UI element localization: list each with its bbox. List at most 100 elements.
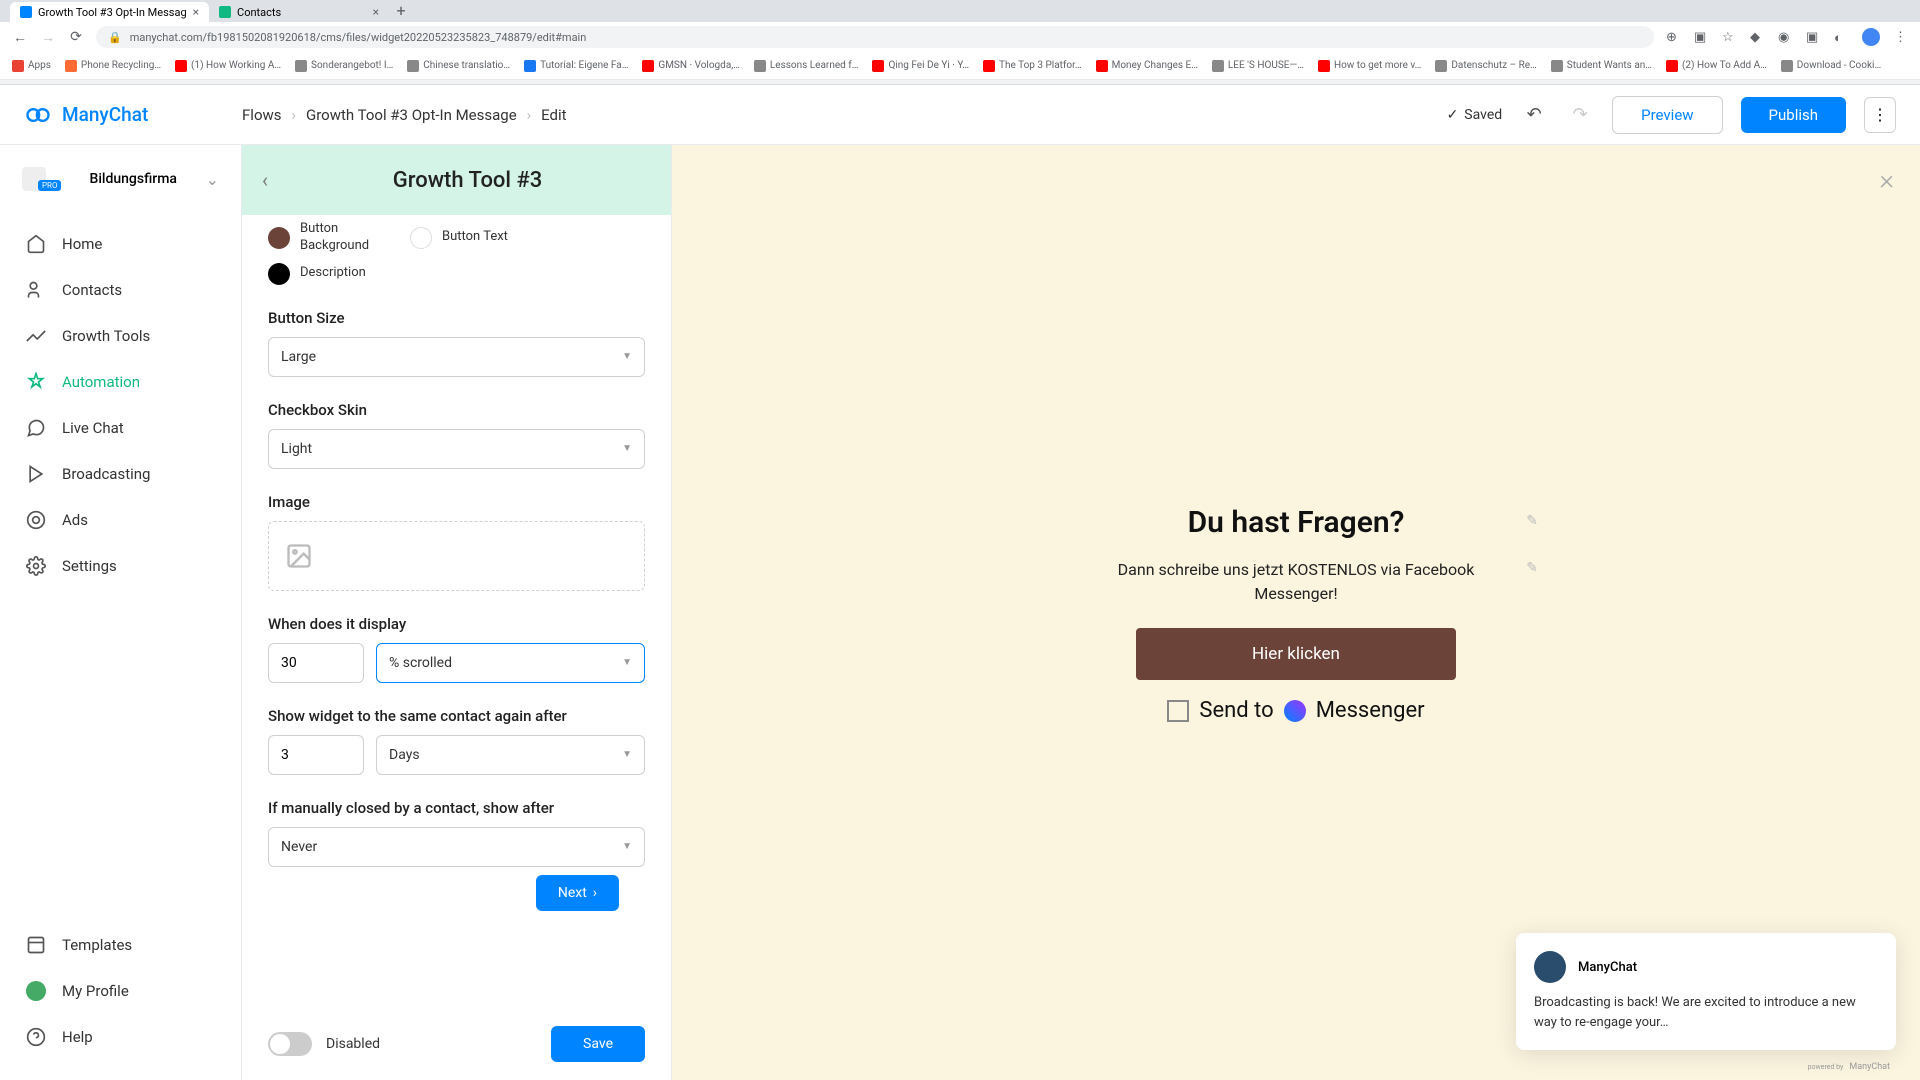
back-icon[interactable]: ‹ [262,168,268,192]
manual-select[interactable]: Never ▼ [268,827,645,867]
sidebar-item-livechat[interactable]: Live Chat [0,405,241,451]
bookmark-item[interactable]: Phone Recycling… [65,60,161,72]
new-tab-button[interactable]: + [389,0,413,22]
nav-bottom: Templates My Profile Help [0,922,241,1060]
again-unit-select[interactable]: Days ▼ [376,735,645,775]
send-icon [26,464,46,484]
widget-cta-button[interactable]: Hier klicken [1136,628,1456,680]
widget-description[interactable]: Dann schreibe uns jetzt KOSTENLOS via Fa… [1086,558,1506,606]
notif-avatar [1534,951,1566,983]
display-value-input[interactable] [268,643,364,683]
breadcrumb: Flows › Growth Tool #3 Opt-In Message › … [242,106,567,124]
address-bar[interactable]: 🔒 manychat.com/fb198150208192061​8/cms/f… [96,26,1654,48]
bookmark-item[interactable]: Lessons Learned f… [754,60,859,72]
widget-preview: Du hast Fragen? ✎ Dann schreibe uns jetz… [1086,505,1506,723]
browser-tab[interactable]: Contacts × [209,2,389,22]
widget-title[interactable]: Du hast Fragen? [1086,505,1506,540]
apps-button[interactable]: Apps [12,60,51,72]
star-icon[interactable]: ☆ [1722,30,1736,44]
more-vert-icon: ⋮ [1872,105,1888,124]
zoom-icon[interactable]: ⊕ [1666,30,1680,44]
ext-icon[interactable]: ◉ [1778,30,1792,44]
color-btn-bg[interactable]: Button Background [268,221,382,255]
sidebar-item-automation[interactable]: Automation [0,359,241,405]
toolbar-icons: ⊕ ▣ ☆ ◆ ◉ ▣ ◐ ⋮ [1666,28,1908,46]
bookmark-item[interactable]: Datenschutz – Re… [1435,60,1536,72]
publish-button[interactable]: Publish [1741,97,1846,133]
button-size-label: Button Size [268,309,645,327]
bookmark-item[interactable]: How to get more v… [1318,60,1421,72]
notification-popup[interactable]: ManyChat Broadcasting is back! We are ex… [1516,933,1896,1050]
bookmark-item[interactable]: LEE 'S HOUSE—… [1212,60,1304,72]
home-icon [26,234,46,254]
again-row: Days ▼ [268,735,645,775]
crumb-tool[interactable]: Growth Tool #3 Opt-In Message [306,106,517,124]
share-icon[interactable]: ▣ [1694,30,1708,44]
bookmark-item[interactable]: (1) How Working A… [175,60,281,72]
sidebar-item-contacts[interactable]: Contacts [0,267,241,313]
display-unit-select[interactable]: % scrolled ▼ [376,643,645,683]
pro-badge: PRO [38,180,61,191]
color-swatch [410,227,432,249]
color-desc[interactable]: Description [268,263,366,285]
menu-icon[interactable]: ⋮ [1894,30,1908,44]
button-size-select[interactable]: Large ▼ [268,337,645,377]
tab-close-icon[interactable]: × [373,5,379,19]
ext-icon[interactable]: ◐ [1834,30,1848,44]
close-icon[interactable]: × [1879,163,1894,196]
undo-icon[interactable]: ↶ [1520,101,1548,129]
enabled-toggle[interactable] [268,1032,312,1056]
sidebar-item-ads[interactable]: Ads [0,497,241,543]
bookmark-item[interactable]: (2) How To Add A… [1666,60,1767,72]
chevron-down-icon: ⌄ [206,170,219,189]
edit-icon[interactable]: ✎ [1526,560,1538,576]
top-actions: ✓ Saved ↶ ↷ Preview Publish ⋮ [1447,96,1896,134]
bookmark-item[interactable]: Qing Fei De Yi · Y… [872,60,969,72]
ext-icon[interactable]: ▣ [1806,30,1820,44]
bookmark-item[interactable]: Tutorial: Eigene Fa… [524,60,628,72]
save-button[interactable]: Save [551,1026,645,1062]
image-upload[interactable] [268,521,645,591]
edit-icon[interactable]: ✎ [1526,513,1538,529]
chevron-down-icon: ▼ [622,841,632,852]
org-selector[interactable]: PRO Bildungsfirma ⌄ [0,157,241,201]
bookmark-item[interactable]: Chinese translatio… [407,60,510,72]
redo-icon[interactable]: ↷ [1566,101,1594,129]
preview-button[interactable]: Preview [1612,96,1722,134]
bookmark-item[interactable]: Money Changes E… [1096,60,1198,72]
again-value-input[interactable] [268,735,364,775]
chat-icon [26,418,46,438]
bookmark-item[interactable]: Student Wants an… [1551,60,1652,72]
next-button[interactable]: Next › [536,875,619,911]
checkbox[interactable] [1167,700,1189,722]
tab-close-icon[interactable]: × [193,5,199,19]
bookmark-item[interactable]: GMSN · Vologda,… [642,60,740,72]
nav-list: Home Contacts Growth Tools Automation Li… [0,221,241,589]
sidebar-item-profile[interactable]: My Profile [0,968,241,1014]
ext-icon[interactable]: ◆ [1750,30,1764,44]
sidebar-item-broadcasting[interactable]: Broadcasting [0,451,241,497]
panel-body[interactable]: Button Background Button Text Descriptio… [242,215,671,1008]
browser-tab-active[interactable]: Growth Tool #3 Opt-In Messag × [10,2,209,22]
reload-icon[interactable]: ⟳ [68,29,84,45]
sidebar-item-home[interactable]: Home [0,221,241,267]
bookmark-item[interactable]: Sonderangebot! I… [295,60,393,72]
more-button[interactable]: ⋮ [1864,97,1896,133]
bookmark-item[interactable]: The Top 3 Platfor… [983,60,1082,72]
sidebar-item-help[interactable]: Help [0,1014,241,1060]
saved-indicator: ✓ Saved [1447,107,1503,123]
crumb-flows[interactable]: Flows [242,106,282,124]
bookmark-item[interactable]: Download - Cooki… [1781,60,1881,72]
send-to-messenger[interactable]: Send to Messenger [1086,698,1506,723]
chevron-down-icon: ▼ [622,657,632,668]
color-btn-text[interactable]: Button Text [410,221,508,255]
back-icon[interactable]: ← [12,29,28,45]
sidebar-item-templates[interactable]: Templates [0,922,241,968]
forward-icon[interactable]: → [40,29,56,45]
sidebar-item-settings[interactable]: Settings [0,543,241,589]
checkbox-skin-select[interactable]: Light ▼ [268,429,645,469]
avatar-icon[interactable] [1862,28,1880,46]
panel-header: ‹ Growth Tool #3 [242,145,671,215]
sidebar-item-growth[interactable]: Growth Tools [0,313,241,359]
logo[interactable]: ManyChat [24,101,242,129]
